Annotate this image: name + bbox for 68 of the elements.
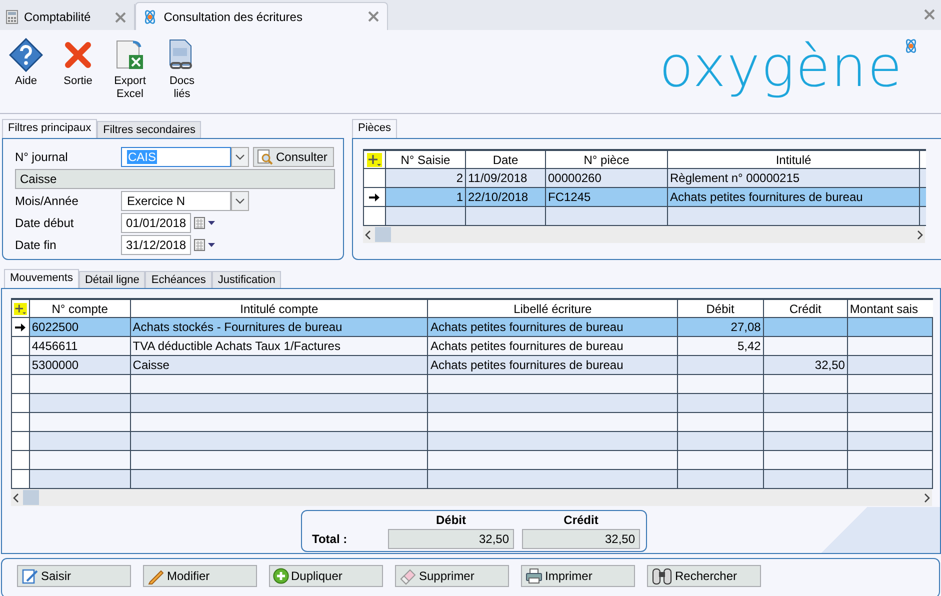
table-row[interactable]: 4456611 TVA déductible Achats Taux 1/Factures Achats petites fournitures de bureau 5,42 (12, 337, 933, 356)
column-header[interactable]: Montant sais (848, 300, 933, 317)
table-cell: Achats petites fournitures de bureau (670, 190, 863, 204)
logo-text: oxygène (659, 40, 903, 96)
total-label: Total : (312, 532, 348, 546)
panel-tab[interactable]: Filtres principaux (2, 119, 98, 138)
date-field[interactable]: 31/12/2018 (121, 235, 191, 255)
column-header: Débit (435, 513, 467, 529)
table-cell: 2 (456, 171, 463, 185)
table-cell: 5,42 (737, 339, 761, 353)
column-header[interactable]: N° compte (30, 300, 131, 317)
panel-tab[interactable]: Détail ligne (78, 271, 146, 288)
field-label: Mois/Année (15, 194, 80, 208)
journal-name-field: Caisse (15, 169, 335, 189)
action-button[interactable]: Rechercher (647, 565, 761, 587)
table-cell: Achats petites fournitures de bureau (430, 320, 624, 334)
column-header[interactable]: Crédit (764, 300, 848, 317)
window-tab[interactable]: Consultation des écritures (134, 2, 388, 30)
column-header[interactable]: Libellé écriture (428, 300, 678, 317)
action-button[interactable]: Modifier (143, 565, 257, 587)
table-row[interactable]: 2 11/09/2018 00000260 Règlement n° 00000215 (364, 169, 926, 188)
date-field[interactable]: 01/01/2018 (121, 213, 191, 233)
table-row[interactable]: 5300000 Caisse Achats petites fournitures de bureau 32,50 (12, 356, 933, 375)
field-label: Date fin (15, 238, 58, 252)
consult-button[interactable]: Consulter (253, 147, 334, 167)
panel-tab[interactable]: Mouvements (4, 269, 79, 288)
table-cell: Règlement n° 00000215 (670, 171, 800, 185)
action-button[interactable]: Saisir (17, 565, 131, 587)
table-row[interactable]: 1 22/10/2018 FC1245 Achats petites fournitures de bureau (364, 188, 926, 207)
panel-tab[interactable]: Filtres secondaires (97, 121, 202, 138)
column-header[interactable]: N° Saisie (386, 151, 466, 168)
table-cell: 00000260 (548, 171, 602, 185)
field-label: N° journal (15, 150, 69, 164)
table-cell: 22/10/2018 (468, 190, 528, 204)
table-cell: 11/09/2018 (468, 171, 528, 185)
action-button[interactable]: Dupliquer (269, 565, 383, 587)
table-cell: FC1245 (548, 190, 591, 204)
panel-tab[interactable]: Justification (212, 271, 282, 288)
total-debit-field: 32,50 (388, 529, 514, 549)
toolbar-button[interactable]: Docs liés (156, 38, 208, 101)
action-button[interactable]: Imprimer (521, 565, 635, 587)
panel-tab[interactable]: Echéances (145, 271, 212, 288)
table-cell: Achats stockés - Fournitures de bureau (132, 320, 342, 334)
column-header[interactable]: Intitulé (668, 151, 920, 168)
table-cell: 4456611 (32, 339, 78, 353)
action-button[interactable]: Supprimer (395, 565, 509, 587)
column-header[interactable]: Intitulé compte (130, 300, 428, 317)
table-cell: Caisse (132, 358, 170, 372)
table-cell: Achats petites fournitures de bureau (430, 358, 624, 372)
column-header[interactable]: Débit (678, 300, 764, 317)
table-row[interactable]: 6022500 Achats stockés - Fournitures de bureau Achats petites fournitures de bureau 27,08 (12, 318, 933, 337)
column-header[interactable]: N° pièce (546, 151, 668, 168)
toolbar-button[interactable]: Sortie (52, 38, 104, 88)
column-header[interactable]: Date (466, 151, 546, 168)
column-header: Crédit (562, 513, 600, 529)
panel-tab[interactable]: Pièces (352, 119, 398, 138)
table-cell: 32,50 (814, 358, 845, 372)
toolbar-button[interactable]: Aide (0, 38, 52, 88)
table-cell: 1 (456, 190, 463, 204)
period-field[interactable]: Exercice N (121, 191, 231, 211)
table-cell: 6022500 (32, 320, 79, 334)
table-cell: 5300000 (32, 358, 79, 372)
field-label: Date début (15, 216, 75, 230)
toolbar-button[interactable]: Export Excel (104, 38, 156, 101)
table-cell: TVA déductible Achats Taux 1/Factures (132, 339, 340, 353)
table-cell: Achats petites fournitures de bureau (430, 339, 624, 353)
total-credit-field: 32,50 (522, 529, 640, 549)
table-cell: 27,08 (730, 320, 761, 334)
